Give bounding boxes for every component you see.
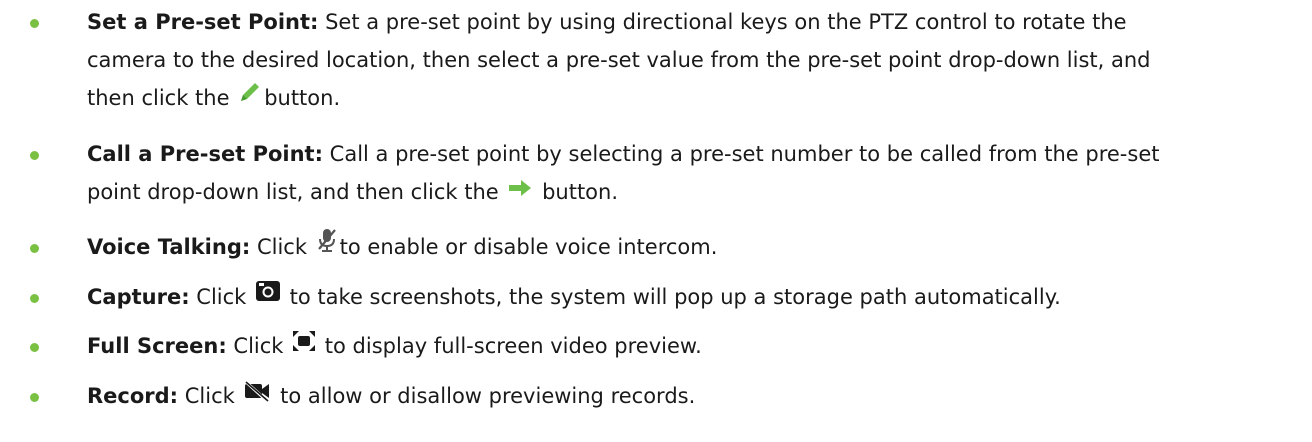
bullet xyxy=(30,244,39,253)
term-record: Record: xyxy=(87,384,179,408)
bullet xyxy=(30,343,39,352)
microphone-muted-icon xyxy=(316,227,338,265)
video-off-icon xyxy=(243,377,271,414)
term-set-preset: Set a Pre-set Point: xyxy=(87,10,319,34)
term-voice-talking: Voice Talking: xyxy=(87,235,251,259)
fullscreen-icon xyxy=(292,327,316,364)
pencil-icon xyxy=(238,79,262,116)
bullet xyxy=(30,294,39,303)
bullet xyxy=(30,19,39,28)
term-call-preset: Call a Pre-set Point: xyxy=(87,142,323,166)
document-page: Set a Pre-set Point: Set a pre-set point… xyxy=(0,0,1312,442)
bullet xyxy=(30,393,39,402)
arrow-right-icon xyxy=(507,173,533,210)
term-full-screen: Full Screen: xyxy=(87,334,227,358)
camera-icon xyxy=(255,278,281,315)
bullet xyxy=(30,151,39,160)
term-capture: Capture: xyxy=(87,285,190,309)
